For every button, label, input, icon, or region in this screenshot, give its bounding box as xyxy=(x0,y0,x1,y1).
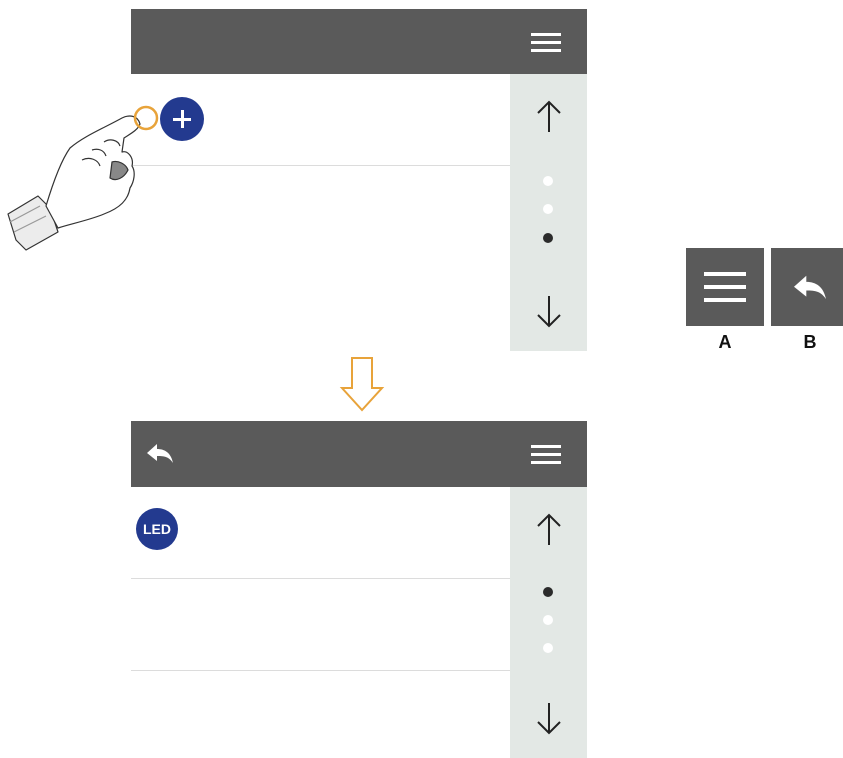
back-icon[interactable] xyxy=(145,441,175,467)
page-dot-active[interactable] xyxy=(543,233,553,243)
menu-icon[interactable] xyxy=(531,445,561,465)
arrow-up-icon[interactable] xyxy=(536,100,562,134)
page-dot[interactable] xyxy=(543,643,553,653)
menu-icon[interactable] xyxy=(531,33,561,53)
list-divider xyxy=(131,165,510,166)
screen-after: LED xyxy=(131,421,587,758)
page-dot-active[interactable] xyxy=(543,587,553,597)
legend-back-button xyxy=(771,248,843,326)
screen-before xyxy=(131,9,587,351)
header-bar xyxy=(131,9,587,74)
back-icon xyxy=(794,275,826,300)
list-divider xyxy=(131,578,510,579)
legend-label-b: B xyxy=(803,332,817,352)
led-button[interactable]: LED xyxy=(136,508,178,550)
page-dot[interactable] xyxy=(543,176,553,186)
arrow-down-icon[interactable] xyxy=(536,701,562,735)
legend-label-a: A xyxy=(718,332,732,352)
page-dot[interactable] xyxy=(543,615,553,625)
legend-menu-button xyxy=(686,248,764,326)
arrow-down-icon[interactable] xyxy=(536,294,562,328)
list-divider xyxy=(131,670,510,671)
menu-icon xyxy=(704,272,746,302)
add-button[interactable] xyxy=(160,97,204,141)
page-dot[interactable] xyxy=(543,204,553,214)
scrollbar[interactable] xyxy=(510,74,587,351)
header-bar xyxy=(131,421,587,487)
arrow-up-icon[interactable] xyxy=(536,513,562,547)
scrollbar[interactable] xyxy=(510,487,587,758)
